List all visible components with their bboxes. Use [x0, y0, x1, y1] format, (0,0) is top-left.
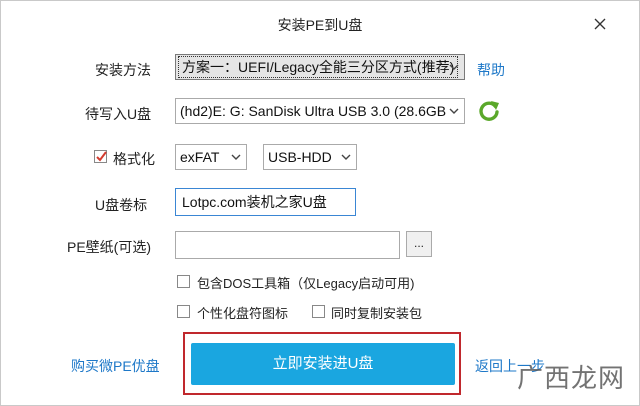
target-disk-label: 待写入U盘: [85, 106, 152, 122]
close-icon: [594, 18, 606, 30]
refresh-icon: [479, 101, 499, 121]
window-title: 安装PE到U盘: [277, 17, 363, 33]
chevron-down-icon: [449, 108, 459, 114]
target-disk-value: (hd2)E: G: SanDisk Ultra USB 3.0 (28.6GB: [180, 103, 447, 119]
install-button[interactable]: 立即安装进U盘: [191, 343, 455, 385]
custom-icon-checkbox[interactable]: [177, 305, 190, 318]
include-dos-label: 包含DOS工具箱（仅Legacy启动可用): [197, 276, 415, 291]
include-dos-checkbox[interactable]: [177, 275, 190, 288]
filesystem-select[interactable]: exFAT: [175, 144, 247, 170]
wallpaper-label: PE壁纸(可选): [67, 239, 151, 255]
install-method-value: 方案一：UEFI/Legacy全能三分区方式(推荐): [178, 56, 459, 78]
target-disk-select[interactable]: (hd2)E: G: SanDisk Ultra USB 3.0 (28.6GB: [175, 98, 465, 124]
chevron-down-icon: [341, 154, 351, 160]
help-link[interactable]: 帮助: [477, 60, 505, 80]
checkmark-icon: [96, 151, 107, 162]
installer-window: 安装PE到U盘 安装方法 方案一：UEFI/Legacy全能三分区方式(推荐) …: [0, 0, 640, 406]
close-button[interactable]: [587, 11, 613, 37]
watermark-text: 广西龙网: [516, 364, 625, 394]
install-method-label: 安装方法: [95, 62, 151, 78]
boot-mode-select[interactable]: USB-HDD: [263, 144, 357, 170]
buy-usb-link[interactable]: 购买微PE优盘: [71, 356, 160, 376]
install-method-select[interactable]: 方案一：UEFI/Legacy全能三分区方式(推荐): [175, 54, 465, 80]
copy-package-checkbox[interactable]: [312, 305, 325, 318]
copy-package-label: 同时复制安装包: [331, 306, 423, 321]
refresh-button[interactable]: [476, 98, 502, 124]
title-bar: 安装PE到U盘: [1, 1, 639, 47]
browse-button[interactable]: ...: [406, 231, 432, 257]
wallpaper-input[interactable]: [175, 231, 400, 259]
volume-label-label: U盘卷标: [95, 197, 148, 213]
custom-icon-label: 个性化盘符图标: [197, 306, 289, 321]
boot-mode-value: USB-HDD: [268, 149, 332, 165]
chevron-down-icon: [449, 64, 459, 70]
chevron-down-icon: [231, 154, 241, 160]
volume-label-input[interactable]: Lotpc.com装机之家U盘: [175, 188, 356, 216]
format-label: 格式化: [113, 151, 155, 167]
filesystem-value: exFAT: [180, 149, 220, 165]
format-checkbox[interactable]: [94, 150, 107, 163]
